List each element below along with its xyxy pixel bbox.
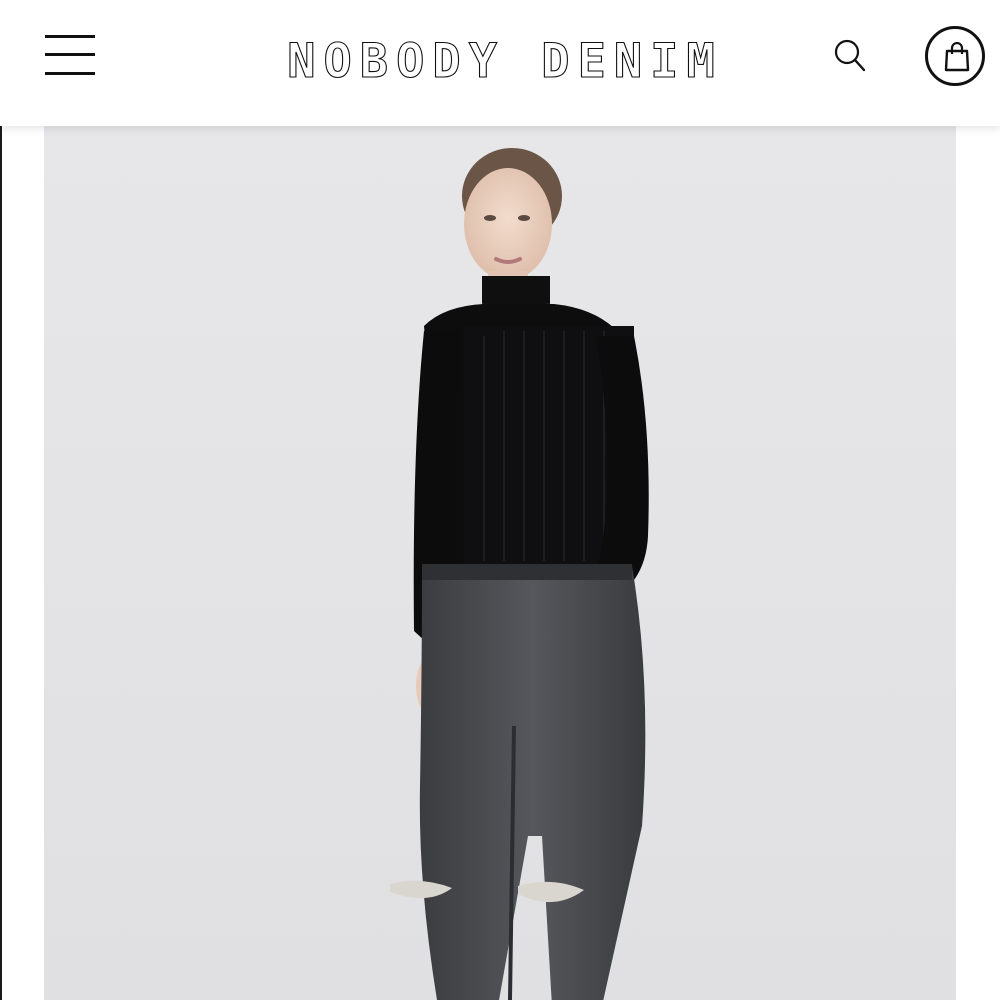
search-button[interactable] [824,32,874,82]
search-icon [834,39,866,72]
hamburger-menu-icon-line [45,53,95,56]
page-edge [0,0,2,1000]
hamburger-menu-icon-line [45,72,95,75]
shopping-bag-icon [944,42,970,72]
cart-button[interactable] [925,26,985,86]
hamburger-menu-icon [45,35,95,38]
model-photo [44,126,956,1000]
site-header: NOBODY DENIM [0,0,1000,126]
menu-button[interactable] [40,30,100,80]
brand-logo[interactable]: NOBODY DENIM [280,26,730,96]
model-illustration [390,148,649,1000]
